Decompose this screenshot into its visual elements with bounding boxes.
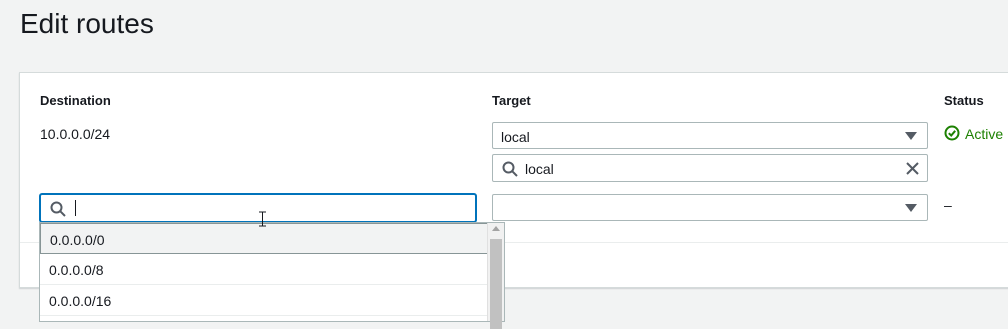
chevron-down-icon: [905, 132, 917, 140]
chevron-down-icon: [905, 204, 917, 212]
target-select-new[interactable]: [492, 194, 928, 221]
target-filter-value: local: [525, 161, 554, 177]
suggestion-option[interactable]: 0.0.0.0/16: [40, 285, 488, 316]
check-circle-icon: [944, 125, 960, 141]
status-empty: –: [944, 197, 952, 213]
clear-icon[interactable]: [905, 161, 920, 176]
scroll-up-arrow-icon[interactable]: [492, 226, 500, 231]
page-title: Edit routes: [20, 8, 154, 39]
search-icon: [50, 201, 66, 217]
status-header: Status: [944, 93, 984, 108]
destination-suggestions: 0.0.0.0/0 0.0.0.0/8 0.0.0.0/16: [39, 222, 505, 329]
destination-header: Destination: [40, 93, 111, 108]
search-icon: [502, 161, 518, 177]
status-label: Active: [965, 126, 1004, 142]
target-filter-input[interactable]: local: [492, 154, 928, 182]
target-select[interactable]: local: [492, 122, 928, 149]
text-caret: [75, 200, 76, 216]
scrollbar[interactable]: [487, 223, 504, 329]
target-select-value: local: [501, 129, 530, 145]
text-cursor-icon: [259, 211, 266, 227]
suggestion-option[interactable]: 0.0.0.0/0: [40, 223, 488, 254]
scrollbar-thumb[interactable]: [490, 239, 502, 329]
route-destination: 10.0.0.0/24: [40, 126, 111, 142]
target-header: Target: [492, 93, 531, 108]
suggestion-option[interactable]: 0.0.0.0/8: [40, 254, 488, 285]
